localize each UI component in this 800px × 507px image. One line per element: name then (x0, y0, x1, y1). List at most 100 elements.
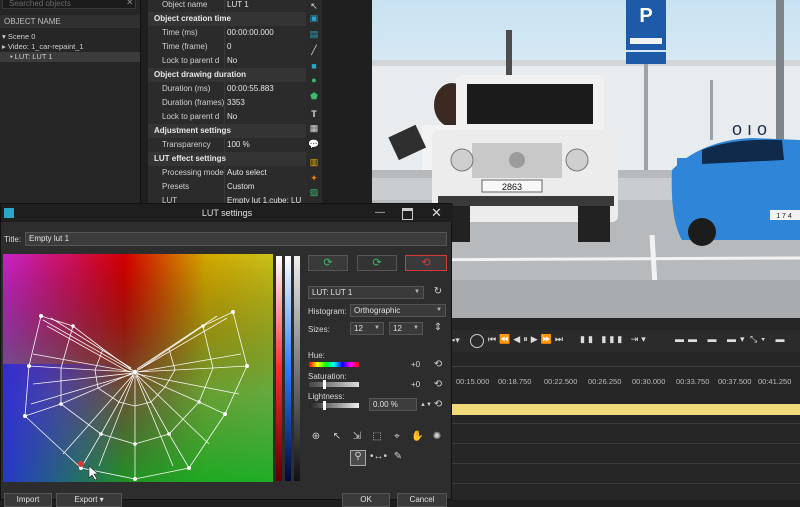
text-tool-icon[interactable]: T (308, 108, 320, 120)
property-section[interactable]: LUT effect settings (148, 152, 306, 166)
zoom-dropdown-icon[interactable]: ▪▾ (452, 335, 460, 346)
property-row[interactable]: Time (ms) 00:00:00.000 (148, 26, 306, 40)
video-icon[interactable]: ▣ (308, 12, 320, 24)
saturation-thumb[interactable] (323, 380, 326, 389)
red-channel-slider[interactable] (276, 256, 282, 481)
tree-item-video[interactable]: ▸ Video: 1_car-repaint_1 (0, 42, 140, 52)
export-button[interactable]: Export ▾ (56, 493, 122, 507)
ellipse-icon[interactable]: ● (308, 74, 320, 86)
hue-reset-icon[interactable]: ⟲ (432, 359, 444, 371)
line-icon[interactable]: ╱ (308, 44, 320, 56)
timeline-panel: ▪▾ ⏮⏪◀⏸▶⏩⏭ ▮▮ ▮▮▮ ⇥▾ ▬▬ ▬ ▬▾ ⤡▾ ▬ (450, 318, 800, 500)
property-row[interactable]: Lock to parent d No (148, 110, 306, 124)
apply-button[interactable]: ⟳ (308, 255, 348, 271)
select-point-icon[interactable]: ↖ (331, 431, 343, 443)
maximize-icon[interactable] (402, 208, 413, 220)
tree-item-scene[interactable]: ▾ Scene 0 (0, 32, 140, 42)
minimize-icon[interactable]: — (375, 207, 385, 218)
lightness-input[interactable]: 0.00 % (369, 398, 417, 411)
hand-icon[interactable]: ✋ (411, 431, 423, 443)
move-point-icon[interactable]: ⇲ (351, 431, 363, 443)
size-a-select[interactable]: 12 ▼ (350, 322, 384, 335)
subtitles-icon[interactable]: ▦ (308, 122, 320, 134)
link-sizes-icon[interactable]: ⇕ (432, 322, 444, 334)
timeline-tick: 00:26.250 (588, 377, 622, 386)
saturation-reset-icon[interactable]: ⟲ (432, 379, 444, 391)
blue-channel-slider[interactable] (285, 256, 291, 481)
selected-point[interactable] (78, 461, 84, 467)
lasso-icon[interactable]: ⌖ (391, 431, 403, 443)
eyedropper-icon[interactable]: ✎ (392, 451, 404, 463)
reload-icon[interactable]: ↻ (432, 286, 444, 298)
property-row[interactable]: Transparency 100 % (148, 138, 306, 152)
pointer-icon[interactable]: ↖ (308, 0, 320, 12)
import-button[interactable]: Import (4, 493, 52, 507)
marker-controls[interactable]: ▬▬ ▬ ▬▾ (675, 334, 749, 345)
close-icon[interactable]: ✕ (431, 205, 442, 221)
tree-item-label: Video: 1_car-repaint_1 (7, 42, 84, 51)
add-point-icon[interactable]: ⊕ (310, 431, 322, 443)
section-title: LUT effect settings (154, 154, 227, 163)
split-controls[interactable]: ⤡▾ ▬ (750, 334, 788, 345)
property-value[interactable]: LUT 1 (224, 0, 306, 12)
search-objects-input[interactable]: Searched objects (2, 0, 136, 9)
lightness-thumb[interactable] (323, 401, 326, 410)
property-row[interactable]: Duration (ms) 00:00:55.883 (148, 82, 306, 96)
section-title: Object creation time (154, 14, 231, 23)
property-section[interactable]: Adjustment settings (148, 124, 306, 138)
hue-value: +0 (411, 360, 421, 369)
property-value[interactable]: 00:00:00.000 (224, 26, 306, 40)
clock-icon[interactable] (470, 334, 484, 348)
link-points-icon[interactable]: •↔• (370, 451, 387, 463)
property-value[interactable]: No (224, 110, 306, 124)
property-row[interactable]: Presets Custom (148, 180, 306, 194)
property-section[interactable]: Object creation time (148, 12, 306, 26)
rectangle-icon[interactable]: ■ (308, 60, 320, 72)
lut-select[interactable]: LUT: LUT 1 ▼ (308, 286, 424, 299)
saturation-slider[interactable] (309, 382, 359, 387)
property-value[interactable]: 100 % (224, 138, 306, 152)
refresh-button[interactable]: ⟳ (357, 255, 397, 271)
timeline-tick: 00:33.750 (676, 377, 710, 386)
property-row[interactable]: Object name LUT 1 (148, 0, 306, 12)
property-value[interactable]: 00:00:55.883 (224, 82, 306, 96)
histogram-select[interactable]: Orthographic ▼ (350, 304, 446, 317)
property-row[interactable]: Lock to parent d No (148, 54, 306, 68)
lut-timeline-bar[interactable] (450, 404, 800, 415)
property-row[interactable]: Processing mode Auto select (148, 166, 306, 180)
speech-bubble-icon[interactable]: 💬 (308, 138, 320, 150)
lut-color-canvas[interactable] (3, 254, 273, 482)
size-b-select[interactable]: 12 ▼ (389, 322, 423, 335)
rotate-icon[interactable]: ✺ (431, 431, 443, 443)
pin-icon[interactable]: ⚲ (350, 450, 366, 466)
chart-icon[interactable]: ▥ (308, 156, 320, 168)
rect-select-icon[interactable]: ⬚ (371, 431, 383, 443)
section-title: Object drawing duration (154, 70, 247, 79)
property-row[interactable]: Duration (frames) 3353 (148, 96, 306, 110)
lightness-reset-icon[interactable]: ⟲ (432, 399, 444, 411)
motion-icon[interactable]: ✦ (308, 172, 320, 184)
property-value[interactable]: 0 (224, 40, 306, 54)
luma-channel-slider[interactable] (294, 256, 300, 481)
property-value[interactable]: Custom (224, 180, 306, 194)
image-icon[interactable]: ▨ (308, 186, 320, 198)
polygon-icon[interactable]: ⬟ (308, 90, 320, 102)
property-value[interactable]: Auto select (224, 166, 306, 180)
frame-controls[interactable]: ▮▮ ▮▮▮ ⇥▾ (580, 334, 649, 345)
property-value[interactable]: 3353 (224, 96, 306, 110)
property-row[interactable]: Time (frame) 0 (148, 40, 306, 54)
property-value[interactable]: No (224, 54, 306, 68)
hue-slider[interactable] (309, 362, 359, 367)
reset-button[interactable]: ⟲ (405, 255, 447, 271)
tree-item-lut[interactable]: ▪ LUT: LUT 1 (0, 52, 140, 62)
playback-controls[interactable]: ⏮⏪◀⏸▶⏩⏭ (488, 334, 566, 345)
property-key: Object name (162, 0, 208, 9)
cancel-button[interactable]: Cancel (397, 493, 447, 507)
title-input[interactable]: Empty lut 1 (25, 232, 447, 246)
sizes-label: Sizes: (308, 325, 330, 334)
ok-button[interactable]: OK (342, 493, 390, 507)
lightness-spin-icon[interactable]: ▲▼ (420, 399, 432, 411)
lightness-slider[interactable] (309, 403, 359, 408)
property-section[interactable]: Object drawing duration (148, 68, 306, 82)
text-icon[interactable]: ▤ (308, 28, 320, 40)
